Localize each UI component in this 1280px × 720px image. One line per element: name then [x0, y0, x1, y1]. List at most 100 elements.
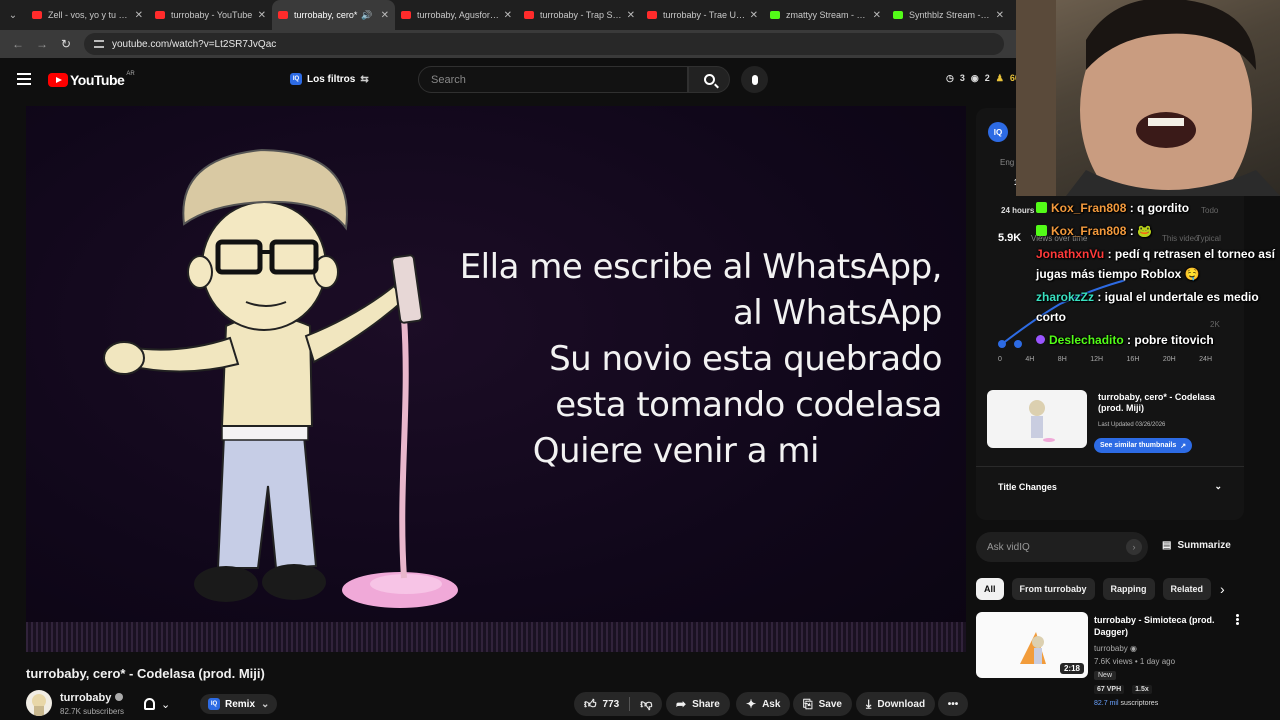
- close-tab-icon[interactable]: ✕: [996, 10, 1004, 21]
- reload-icon[interactable]: ↻: [54, 37, 78, 51]
- lyric-line: esta tomando codelasa: [555, 385, 942, 425]
- vidiq-logo-icon: IQ: [988, 122, 1008, 142]
- chat-message: Kox_Fran808 : 🐸: [1032, 221, 1280, 241]
- thumbs-up-icon[interactable]: 👍︎: [584, 697, 597, 712]
- recommended-thumbnail[interactable]: 2:18: [976, 612, 1088, 678]
- youtube-favicon-icon: [401, 11, 411, 19]
- url-field[interactable]: youtube.com/watch?v=Lt2SR7JvQac: [84, 33, 1004, 55]
- views-count: 5.9K: [998, 232, 1022, 244]
- bookmark-icon: ⎘: [803, 696, 813, 711]
- youtube-logo[interactable]: YouTube AR: [48, 71, 135, 88]
- channel-row: turrobaby 82.7K subscribers ⌄ IQ Remix ⌄ 👍…: [26, 688, 968, 720]
- youtube-favicon-icon: [278, 11, 288, 19]
- menu-icon[interactable]: [17, 73, 31, 85]
- lyric-line: Quiere venir a mi: [532, 431, 820, 471]
- address-bar-row: ← → ↻ youtube.com/watch?v=Lt2SR7JvQac: [0, 30, 1016, 58]
- youtube-favicon-icon: [647, 11, 657, 19]
- save-button[interactable]: ⎘ Save: [793, 692, 852, 716]
- lyric-line: Ella me escribe al WhatsApp,: [459, 247, 943, 287]
- close-tab-icon[interactable]: ✕: [504, 10, 512, 21]
- chip-rapping[interactable]: Rapping: [1102, 578, 1155, 600]
- search-button[interactable]: [688, 66, 730, 93]
- microphone-icon: [751, 74, 758, 85]
- notification-bell-button[interactable]: ⌄: [144, 694, 192, 714]
- chevron-right-icon[interactable]: ›: [1220, 581, 1225, 597]
- share-button[interactable]: ➦ Share: [666, 692, 730, 716]
- document-icon: ▤: [1162, 540, 1172, 551]
- browser-tab[interactable]: Zell - vos, yo y tu Ego ✕: [26, 0, 149, 30]
- close-tab-icon[interactable]: ✕: [381, 10, 389, 21]
- vidiq-icon: IQ: [208, 698, 220, 710]
- video-player[interactable]: Ella me escribe al WhatsApp, al WhatsApp…: [26, 106, 966, 652]
- voice-search-button[interactable]: [741, 66, 768, 93]
- title-changes-toggle[interactable]: Title Changes ⌄: [976, 466, 1244, 506]
- duration-badge: 2:18: [1059, 663, 1084, 674]
- more-actions-button[interactable]: •••: [938, 692, 968, 716]
- browser-tab[interactable]: zmattyy Stream - Wa ✕: [764, 0, 887, 30]
- browser-tab[interactable]: turrobaby - YouTube ✕: [149, 0, 272, 30]
- browser-tab[interactable]: turrobaby - Trae Un S ✕: [641, 0, 764, 30]
- search-input[interactable]: Search: [418, 66, 688, 93]
- youtube-favicon-icon: [524, 11, 534, 19]
- more-horizontal-icon: •••: [947, 698, 959, 710]
- thumbs-down-icon[interactable]: 👎︎: [640, 697, 652, 712]
- send-arrow-icon[interactable]: ›: [1126, 539, 1142, 555]
- download-button[interactable]: ⤓ Download: [856, 692, 936, 716]
- recommended-channel: turrobaby ◉: [1094, 644, 1138, 653]
- kick-favicon-icon: [770, 11, 780, 19]
- divider: [629, 697, 631, 711]
- close-tab-icon[interactable]: ✕: [135, 10, 143, 21]
- close-tab-icon[interactable]: ✕: [750, 10, 758, 21]
- stream-chat-overlay: Kox_Fran808 : q gordito Kox_Fran808 : 🐸 …: [1032, 198, 1280, 353]
- forward-arrow-icon[interactable]: →: [30, 37, 54, 51]
- ask-button[interactable]: ✦ Ask: [736, 692, 791, 716]
- range-selector[interactable]: 24 hours: [1001, 206, 1034, 215]
- lyric-line: al WhatsApp: [732, 293, 943, 333]
- lyric-line: Su novio esta quebrado: [549, 339, 942, 379]
- avatar-image: [32, 694, 46, 716]
- chart-x-axis: 0 4H 8H 12H 16H 20H 24H: [998, 356, 1212, 363]
- tab-search-icon[interactable]: ⌄: [0, 0, 26, 30]
- back-arrow-icon[interactable]: ←: [6, 37, 30, 51]
- external-link-icon: ↗: [1180, 442, 1187, 450]
- recommended-video[interactable]: 2:18 turrobaby - Simioteca (prod. Dagger…: [976, 612, 1280, 720]
- bell-icon: [144, 698, 155, 710]
- chip-all[interactable]: All: [976, 578, 1004, 600]
- channel-name[interactable]: turrobaby: [60, 692, 124, 704]
- channel-avatar[interactable]: [26, 690, 52, 716]
- youtube-favicon-icon: [155, 11, 165, 19]
- chevron-down-icon: ⌄: [161, 698, 171, 711]
- chevron-down-icon: ⌄: [261, 698, 270, 710]
- verified-icon: [115, 693, 124, 701]
- filters-button[interactable]: IQ Los filtros ⇆: [282, 68, 377, 90]
- video-title: turrobaby, cero* - Codelasa (prod. Miji): [26, 666, 265, 681]
- subscriber-count: 82.7K subscribers: [60, 707, 125, 716]
- search-icon: [703, 74, 715, 85]
- sliders-icon: ⇆: [360, 73, 369, 85]
- chat-message: JonathxnVu : pedí q retrasen el torneo a…: [1036, 247, 1275, 281]
- chip-related[interactable]: Related: [1162, 578, 1212, 600]
- chat-message: Deslechadito : pobre titovich: [1032, 330, 1280, 350]
- close-tab-icon[interactable]: ✕: [627, 10, 635, 21]
- video-noise-band: [26, 622, 966, 652]
- close-tab-icon[interactable]: ✕: [258, 10, 266, 21]
- close-tab-icon[interactable]: ✕: [873, 10, 881, 21]
- browser-tab[interactable]: turrobaby, Agusfortnite ✕: [395, 0, 518, 30]
- chip-from-channel[interactable]: From turrobaby: [1011, 578, 1095, 600]
- summarize-button[interactable]: ▤ Summarize: [1162, 540, 1231, 551]
- current-video-thumbnail[interactable]: [987, 390, 1087, 448]
- clock-icon: ◷: [946, 73, 954, 83]
- chat-message: Kox_Fran808 : q gordito: [1032, 198, 1280, 218]
- browser-tab[interactable]: Synthblz Stream - Wa ✕: [887, 0, 1010, 30]
- download-icon: ⤓: [866, 696, 872, 711]
- more-vertical-icon[interactable]: [1236, 614, 1240, 626]
- remix-button[interactable]: IQ Remix ⌄: [200, 694, 278, 714]
- site-info-icon[interactable]: [94, 40, 104, 48]
- similar-thumbnails-button[interactable]: See similar thumbnails ↗: [1094, 438, 1193, 453]
- speaker-icon[interactable]: 🔊: [361, 10, 372, 21]
- browser-tab[interactable]: turrobaby - Trap Simio ✕: [518, 0, 641, 30]
- browser-tab-active[interactable]: turrobaby, cero* 🔊 ✕: [272, 0, 395, 30]
- recommended-title: turrobaby - Simioteca (prod. Dagger): [1094, 615, 1215, 637]
- ask-vidiq-input[interactable]: Ask vidIQ ›: [976, 532, 1148, 562]
- new-badge: New: [1094, 671, 1117, 680]
